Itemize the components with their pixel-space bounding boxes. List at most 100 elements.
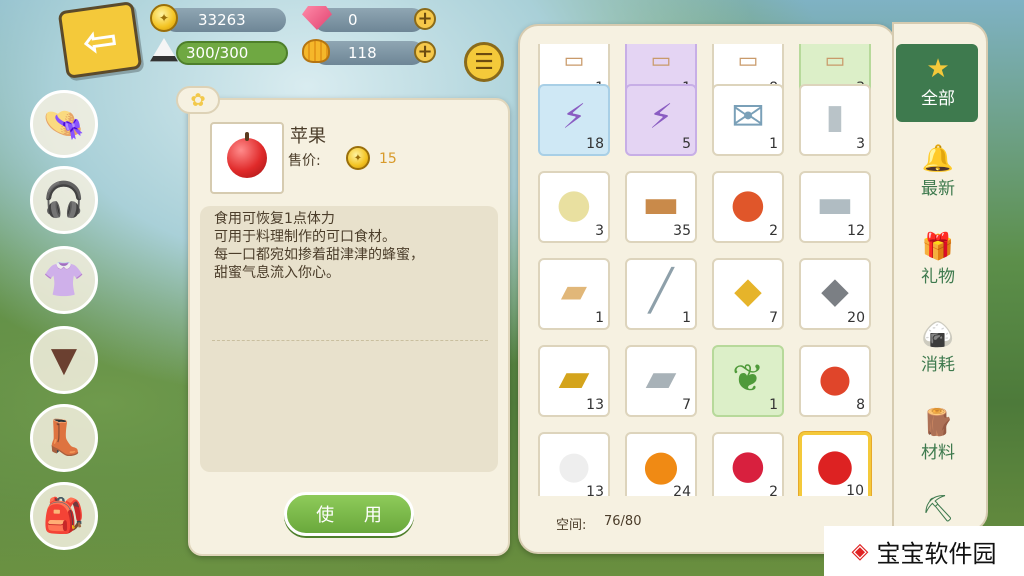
inventory-slot[interactable]: ▰ 7 <box>625 345 697 417</box>
tab-gift[interactable]: 🎁 礼物 <box>906 232 970 287</box>
inventory-grid[interactable]: ▭1▭1▭8▭3⚡18⚡5✉1▮3●3▬35●2▬12▰1╱1◆7◆20▰13▰… <box>530 44 878 496</box>
inventory-slot[interactable]: ▰ 1 <box>538 258 610 330</box>
slot-count: 12 <box>847 223 865 239</box>
orange-icon: ● <box>642 440 680 490</box>
bell-icon: 🔔 <box>921 144 955 174</box>
skirt-icon: ▼ <box>50 340 78 380</box>
stamina-bar: 300/300 <box>176 41 288 65</box>
add-gems-button[interactable]: + <box>414 8 436 30</box>
slot-count: 7 <box>769 310 778 326</box>
inventory-slot[interactable]: ● 24 <box>625 432 697 496</box>
gift-icon: 🎁 <box>921 232 955 262</box>
slot-count: 18 <box>586 136 604 152</box>
gold-counter: 33263 <box>164 8 286 32</box>
space-value: 76/80 <box>604 514 642 529</box>
shell-icon <box>302 39 330 63</box>
inventory-slot[interactable]: ▮ 3 <box>799 84 871 156</box>
wood-plank-icon: ▰ <box>560 271 588 312</box>
slot-count: 3 <box>856 136 865 152</box>
backpack-icon: 🎒 <box>42 496 86 536</box>
gem-counter: 0 <box>314 8 424 32</box>
slot-count: 24 <box>673 484 691 496</box>
price-value: 15 <box>379 151 397 167</box>
lightning-bag-icon: ⚡ <box>649 97 673 138</box>
item-name: 苹果 <box>290 126 326 147</box>
gold-ingot-icon: ▰ <box>558 355 590 402</box>
inventory-slot[interactable]: ● 8 <box>799 345 871 417</box>
price-coin-icon: ✦ <box>346 146 370 170</box>
category-top[interactable]: 👚 <box>30 246 98 314</box>
menu-button[interactable]: ☰ <box>464 42 504 82</box>
tab-latest[interactable]: 🔔 最新 <box>906 144 970 199</box>
slot-count: 3 <box>595 223 604 239</box>
inventory-slot[interactable]: ▬ 35 <box>625 171 697 243</box>
back-button[interactable]: ⇦ <box>57 1 143 79</box>
inventory-slot[interactable]: ✉ 1 <box>712 84 784 156</box>
inventory-slot[interactable]: ◆ 20 <box>799 258 871 330</box>
stone-icon: ◆ <box>821 270 849 312</box>
use-button[interactable]: 使 用 <box>284 492 414 536</box>
hat-icon: 👒 <box>42 104 86 144</box>
turnip-icon: ● <box>557 443 591 488</box>
birch-log-icon: ▮ <box>825 97 845 138</box>
slot-count: 35 <box>673 223 691 239</box>
inventory-slot[interactable]: ❦ 1 <box>712 345 784 417</box>
slot-count: 7 <box>682 397 691 413</box>
category-skirt[interactable]: ▼ <box>30 326 98 394</box>
inventory-slot[interactable]: ◆ 7 <box>712 258 784 330</box>
stick-icon: ╱ <box>648 268 674 315</box>
slot-count: 1 <box>769 397 778 413</box>
headphones-icon: 🎧 <box>42 180 86 220</box>
shovel-icon: ⛏ <box>921 494 955 524</box>
tab-material[interactable]: 🪵 材料 <box>906 408 970 463</box>
category-bag[interactable]: 🎒 <box>30 482 98 550</box>
inventory-slot[interactable]: ● 3 <box>538 171 610 243</box>
inventory-slot[interactable]: ● 2 <box>712 432 784 496</box>
item-description: 食用可恢复1点体力 可用于料理制作的可口食材。 每一口都宛如掺着甜津津的蜂蜜， … <box>200 206 498 472</box>
sailor-shirt-icon: 👚 <box>42 260 86 300</box>
slot-count: 10 <box>846 483 864 496</box>
inventory-slot[interactable]: ● 2 <box>712 171 784 243</box>
tab-all[interactable]: ★ 全部 <box>906 54 970 109</box>
add-shells-button[interactable]: + <box>414 41 436 63</box>
inventory-slot[interactable]: ⚡ 18 <box>538 84 610 156</box>
category-headphones[interactable]: 🎧 <box>30 166 98 234</box>
watermark: ◈ 宝宝软件园 <box>824 526 1024 576</box>
rice-ball-icon <box>150 38 178 62</box>
rice-ball-icon: 🍙 <box>921 320 955 350</box>
lightning-bag-icon: ⚡ <box>562 97 586 138</box>
silver-ingot-icon: ▰ <box>645 355 677 402</box>
slot-count: 20 <box>847 310 865 326</box>
slot-count: 1 <box>595 310 604 326</box>
back-arrow-icon: ⇦ <box>79 13 121 67</box>
tab-tool[interactable]: ⛏ <box>906 494 970 524</box>
list-menu-icon: ☰ <box>474 49 494 75</box>
inventory-slot[interactable]: ╱ 1 <box>625 258 697 330</box>
partial-icon: ▭ <box>737 48 759 74</box>
inventory-slot[interactable]: ▬ 12 <box>799 171 871 243</box>
partial-icon: ▭ <box>563 48 585 74</box>
slot-count: 1 <box>682 310 691 326</box>
star-icon: ★ <box>926 54 950 84</box>
inventory-slot[interactable]: ● 10 <box>799 432 871 496</box>
inventory-slot[interactable]: ● 13 <box>538 432 610 496</box>
sponge-icon: ● <box>556 181 592 228</box>
birch-plank-icon: ▬ <box>816 181 854 228</box>
partial-icon: ▭ <box>824 48 846 74</box>
slot-count: 13 <box>586 484 604 496</box>
watermark-logo-icon: ◈ <box>851 538 869 564</box>
inventory-slot[interactable]: ⚡ 5 <box>625 84 697 156</box>
category-shoes[interactable]: 👢 <box>30 404 98 472</box>
inventory-slot[interactable]: ▰ 13 <box>538 345 610 417</box>
gold-ore-icon: ◆ <box>734 270 762 312</box>
log-icon: 🪵 <box>921 408 955 438</box>
item-thumbnail <box>210 122 284 194</box>
category-hat[interactable]: 👒 <box>30 90 98 158</box>
slot-count: 5 <box>682 136 691 152</box>
letter-icon: ✉ <box>731 94 765 141</box>
slot-count: 2 <box>769 484 778 496</box>
amber-icon: ● <box>730 181 766 228</box>
gold-coin-icon: ✦ <box>150 4 178 32</box>
slot-count: 2 <box>769 223 778 239</box>
tab-consumable[interactable]: 🍙 消耗 <box>906 320 970 375</box>
